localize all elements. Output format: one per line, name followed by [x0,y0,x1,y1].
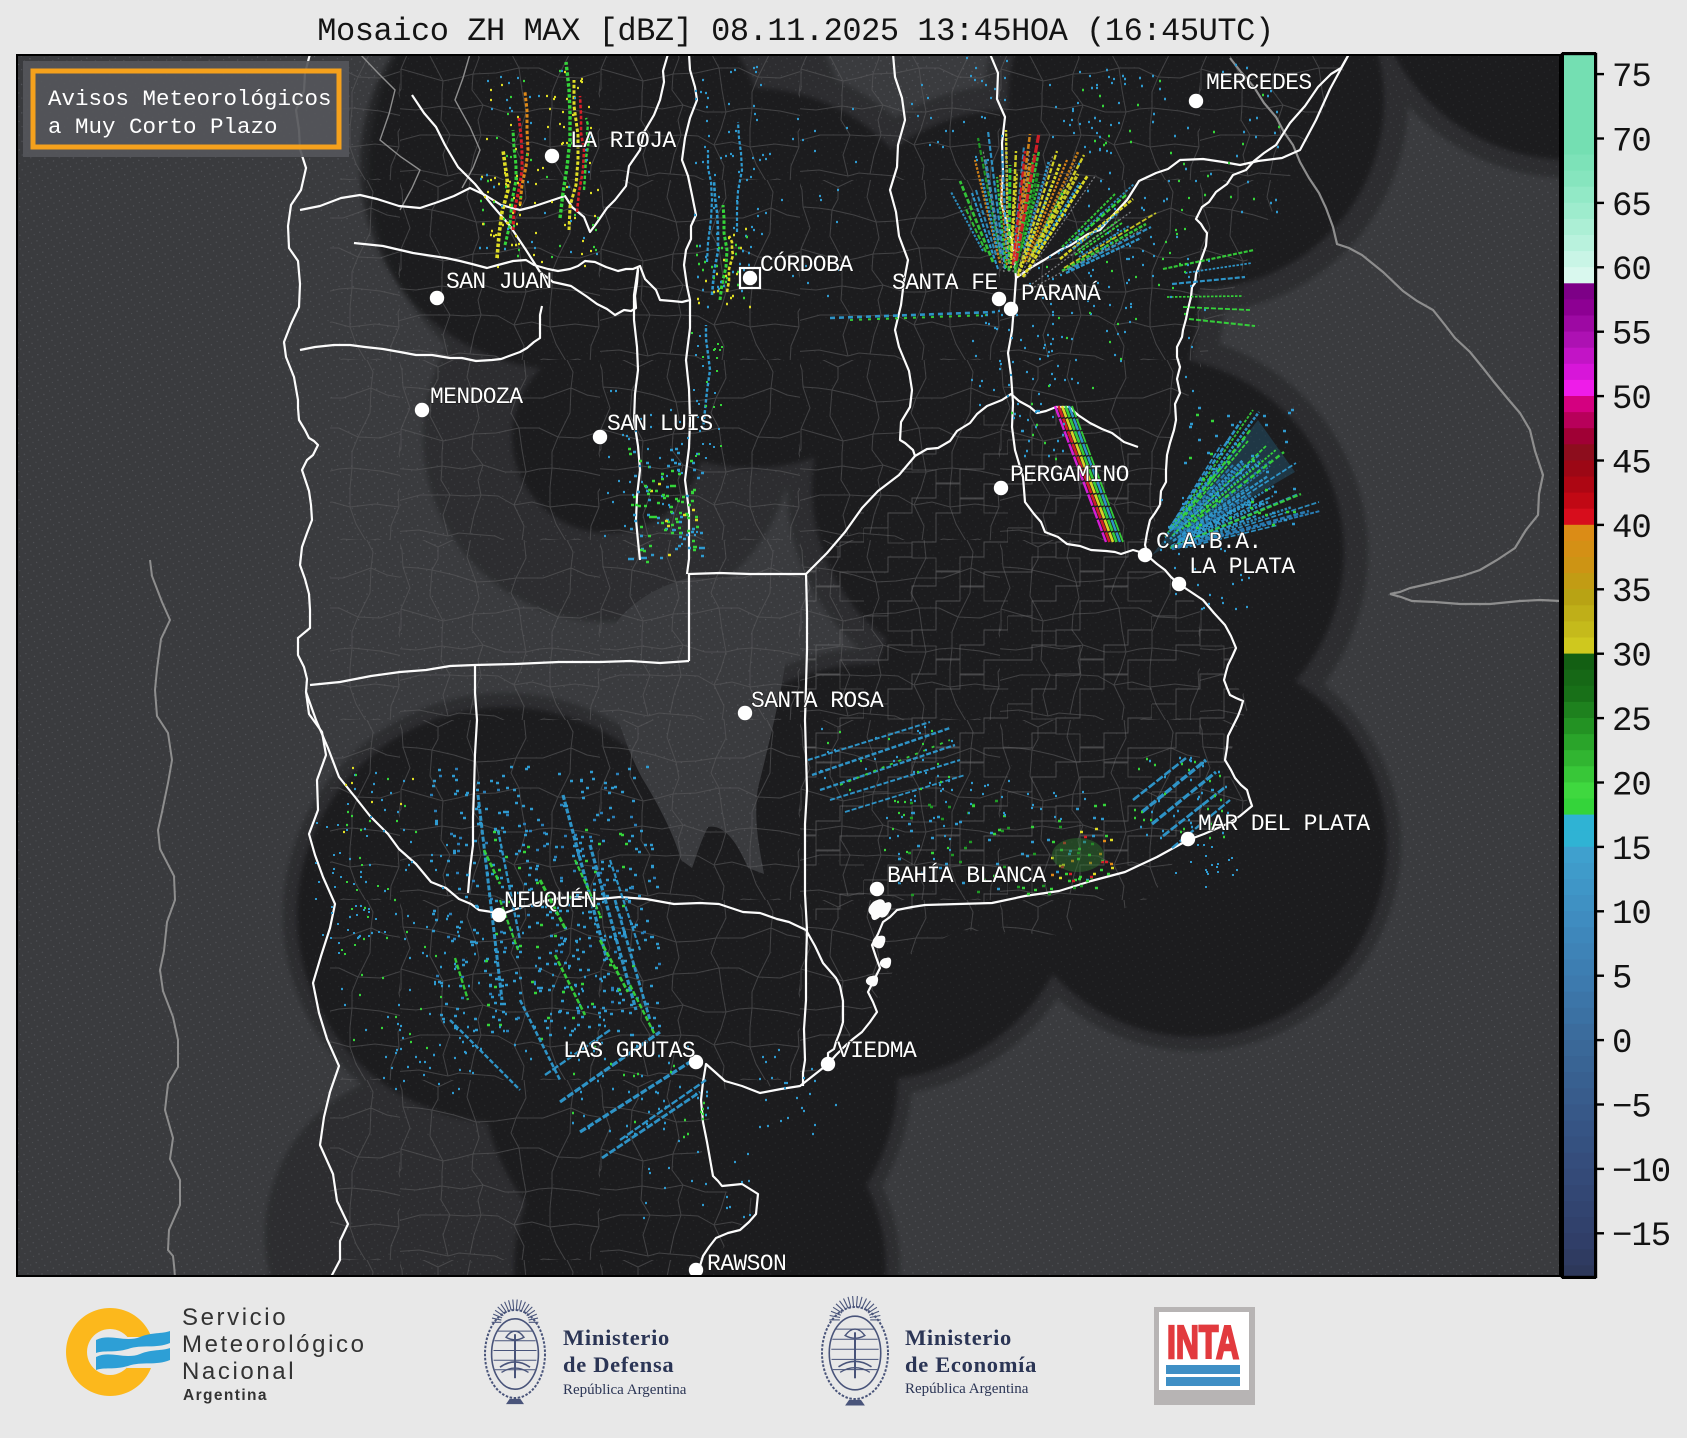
svg-text:de Defensa: de Defensa [563,1352,674,1377]
svg-text:Ministerio: Ministerio [905,1325,1012,1350]
svg-text:Servicio: Servicio [182,1304,288,1331]
svg-text:República Argentina: República Argentina [563,1382,687,1398]
svg-text:Nacional: Nacional [182,1358,296,1385]
svg-text:INTA: INTA [1167,1316,1239,1368]
svg-text:Meteorológico: Meteorológico [182,1331,367,1358]
svg-text:Argentina: Argentina [183,1387,268,1404]
svg-text:de Economía: de Economía [905,1352,1037,1377]
svg-text:Ministerio: Ministerio [563,1325,670,1350]
svg-text:República Argentina: República Argentina [905,1381,1029,1397]
